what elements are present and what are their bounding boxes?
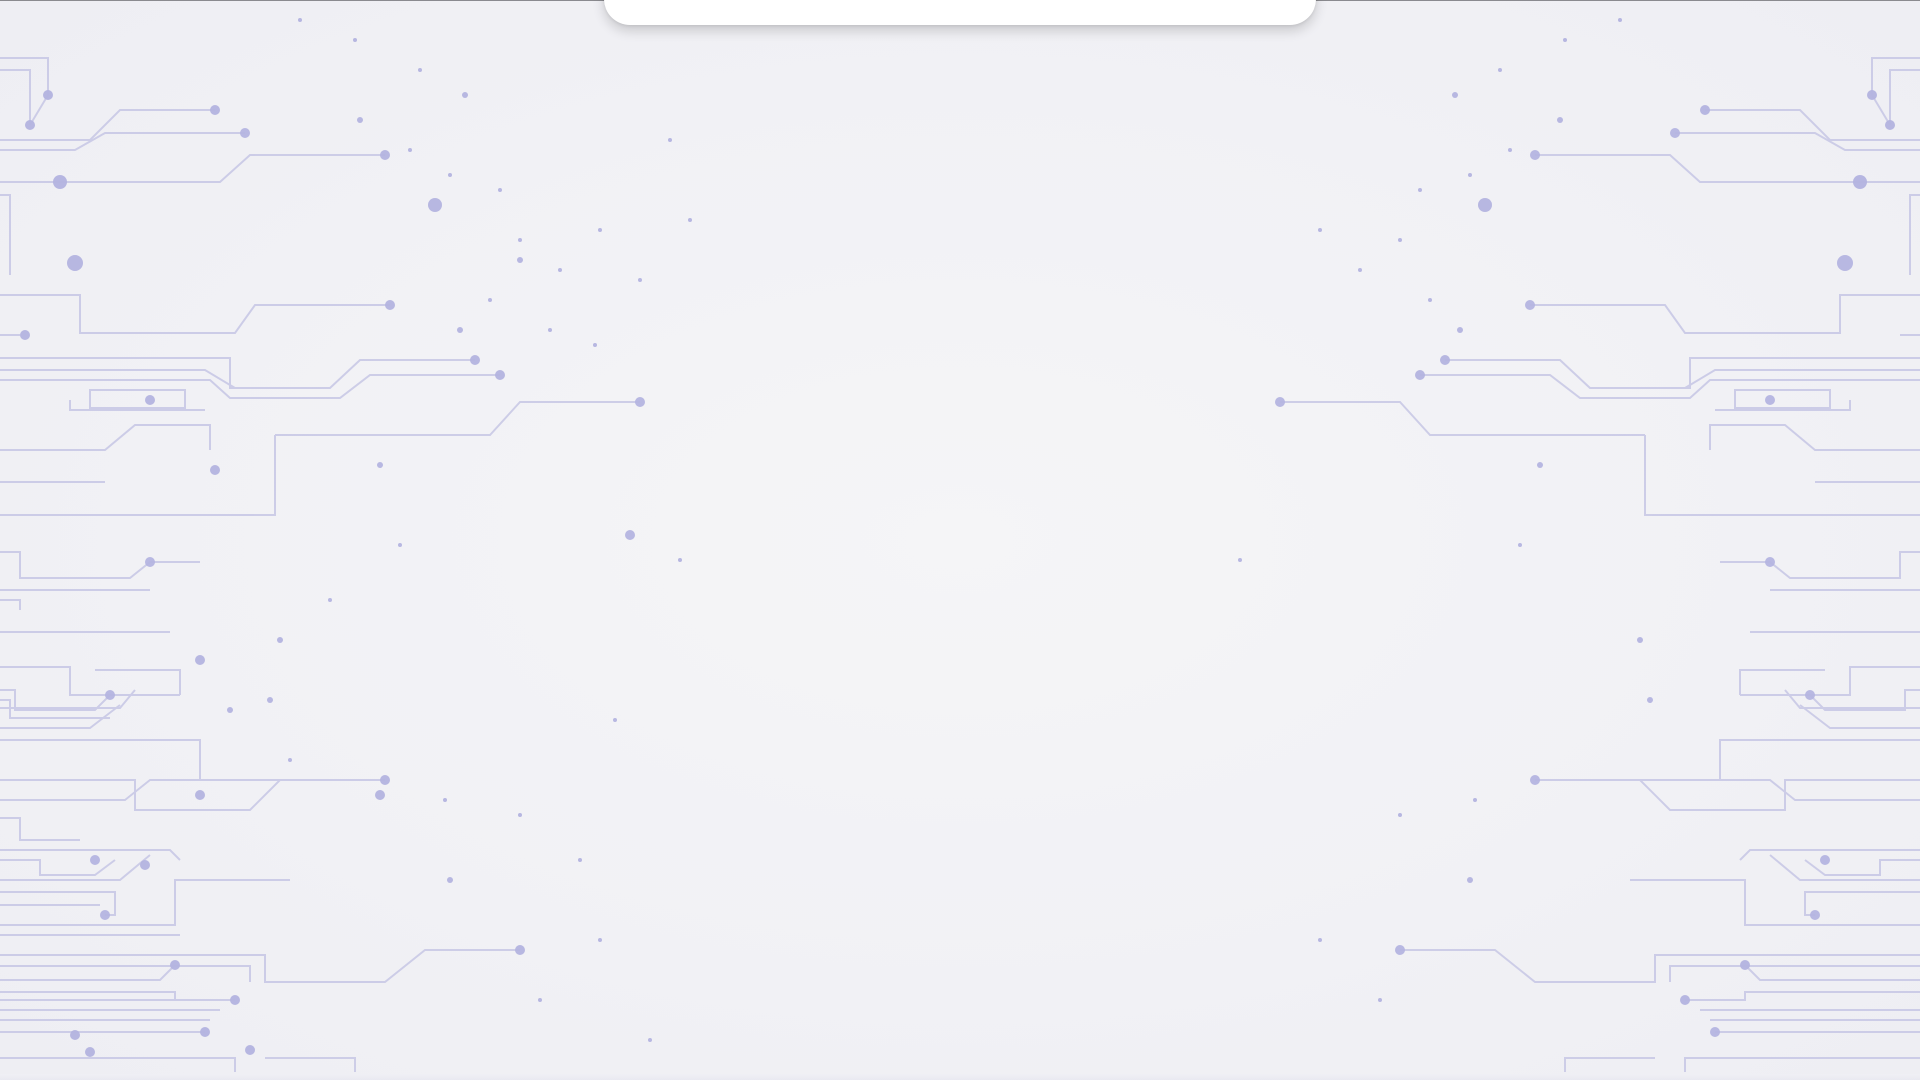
circuit-pattern-left — [0, 18, 692, 1072]
top-drawer-panel[interactable] — [604, 0, 1316, 25]
circuit-pattern-right — [1238, 18, 1920, 1072]
bottom-edge — [0, 1074, 1920, 1080]
desktop-background — [0, 0, 1920, 1080]
